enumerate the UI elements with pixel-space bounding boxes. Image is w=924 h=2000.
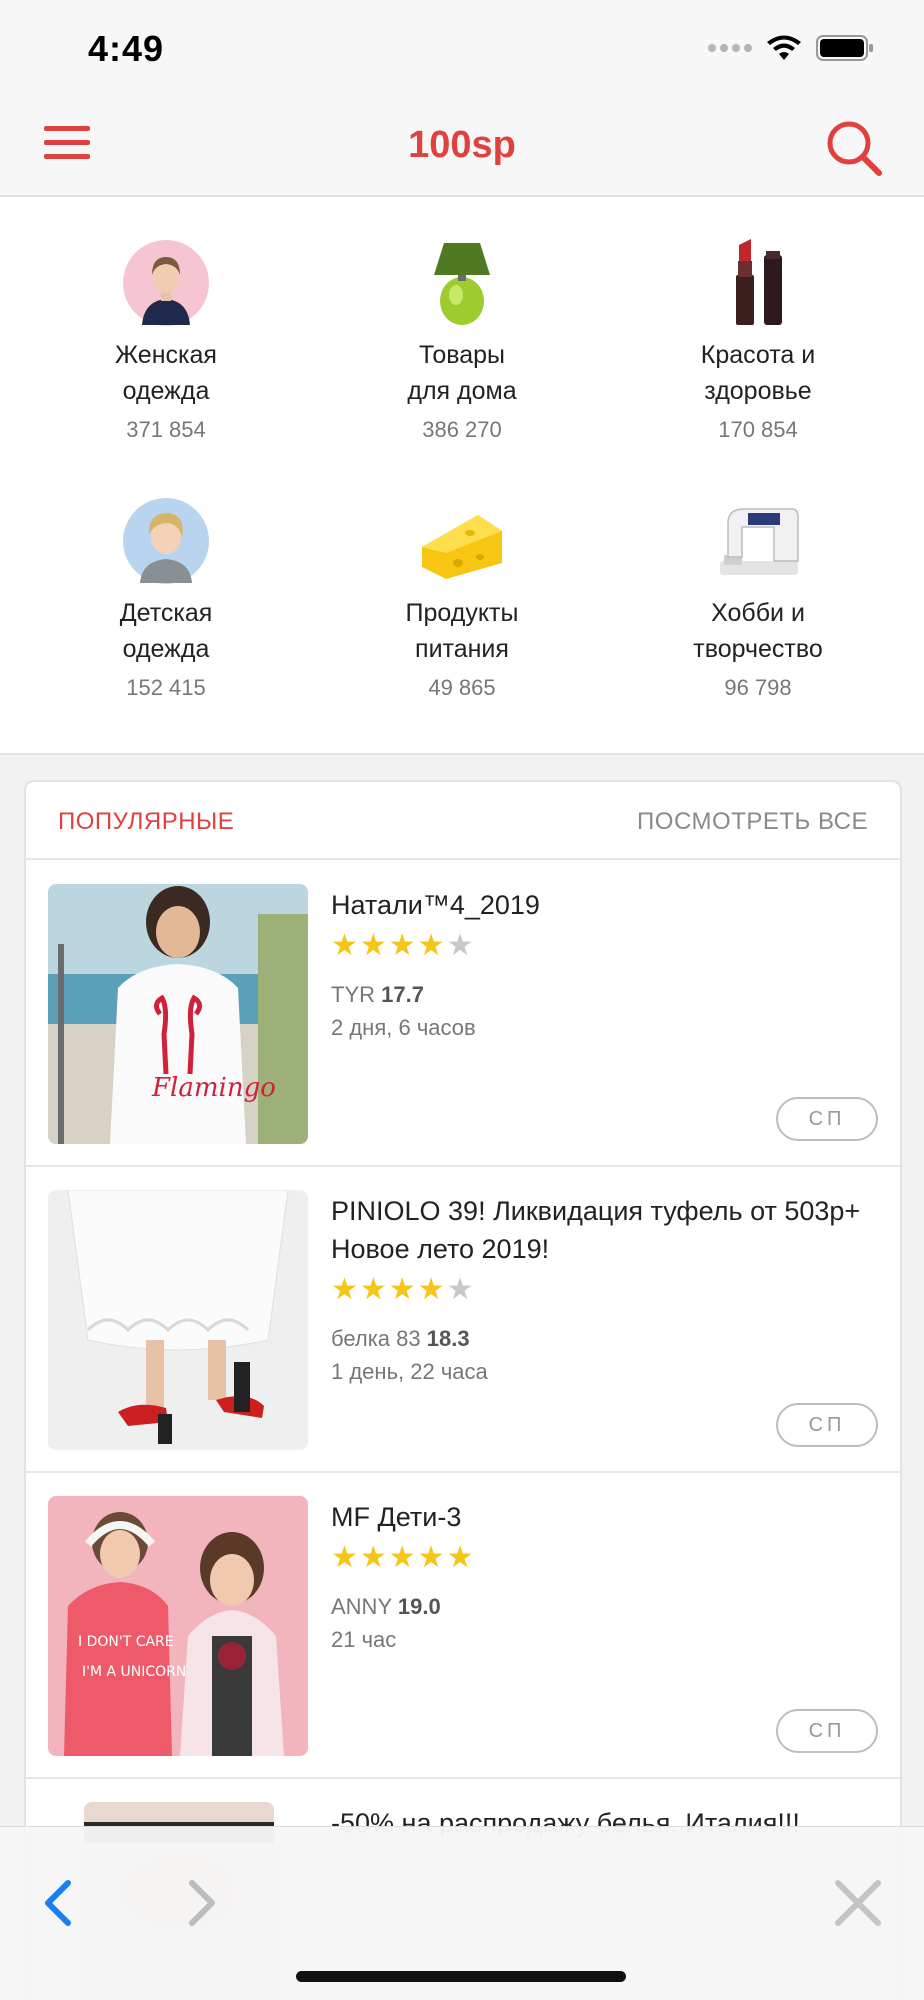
cheese-photo-icon bbox=[422, 515, 502, 579]
sp-button[interactable]: СП bbox=[776, 1709, 878, 1753]
category-count: 49 865 bbox=[428, 675, 496, 700]
category-label: Женская одежда bbox=[115, 341, 217, 405]
popular-header: ПОПУЛЯРНЫЕ ПОСМОТРЕТЬ ВСЕ bbox=[26, 782, 900, 860]
lipstick-photo-icon bbox=[736, 239, 782, 325]
cellular-signal-icon bbox=[708, 44, 752, 52]
category-label: Хобби и творчество bbox=[693, 599, 823, 663]
category-label: Продукты питания bbox=[405, 599, 519, 663]
app-title: 100sp bbox=[408, 124, 516, 166]
svg-text:I DON'T CARE: I DON'T CARE bbox=[78, 1634, 174, 1650]
product-photo-icon: I DON'T CARE I'M A UNICORN bbox=[48, 1496, 308, 1756]
status-icons bbox=[708, 34, 874, 62]
category-food[interactable]: Продукты питания 49 865 bbox=[312, 497, 612, 701]
rating-stars-icon: ★★★★★ bbox=[331, 1273, 476, 1306]
category-label: Красота и здоровье bbox=[700, 341, 816, 405]
category-count: 170 854 bbox=[718, 417, 798, 442]
product-photo-icon bbox=[48, 1190, 308, 1450]
sewing-machine-photo-icon bbox=[720, 508, 799, 575]
category-count: 386 270 bbox=[422, 417, 502, 442]
category-grid: Женская одежда 371 854 Товары для дома 3… bbox=[0, 197, 924, 755]
wifi-icon bbox=[767, 35, 801, 60]
see-all-link[interactable]: ПОСМОТРЕТЬ ВСЕ bbox=[637, 808, 868, 836]
list-item[interactable]: Flamingo Натали™4_2019 ★★★★★ TYR 17.7 2 … bbox=[26, 862, 900, 1167]
category-count: 371 854 bbox=[126, 417, 206, 442]
seller-name: ANNY bbox=[331, 1594, 392, 1619]
seller-name: белка 83 bbox=[331, 1326, 421, 1351]
item-title: Натали™4_2019 bbox=[331, 890, 540, 920]
status-bar: 4:49 bbox=[0, 0, 924, 100]
svg-text:Flamingo: Flamingo bbox=[151, 1073, 276, 1103]
category-count: 152 415 bbox=[126, 675, 206, 700]
item-time-left: 2 дня, 6 часов bbox=[331, 1015, 476, 1040]
item-seller: белка 83 18.3 bbox=[331, 1326, 470, 1352]
rating-stars-icon: ★★★★★ bbox=[331, 929, 476, 962]
search-icon[interactable] bbox=[824, 118, 884, 178]
lamp-photo-icon bbox=[434, 243, 490, 325]
item-seller: TYR 17.7 bbox=[331, 982, 424, 1008]
status-time: 4:49 bbox=[88, 28, 165, 69]
sp-button[interactable]: СП bbox=[776, 1403, 878, 1447]
category-home-goods[interactable]: Товары для дома 386 270 bbox=[312, 239, 612, 443]
seller-name: TYR bbox=[331, 982, 375, 1007]
category-count: 96 798 bbox=[724, 675, 792, 700]
item-seller: ANNY 19.0 bbox=[331, 1594, 441, 1620]
category-label: Товары для дома bbox=[407, 341, 517, 405]
category-kids-clothing[interactable]: Детская одежда 152 415 bbox=[16, 497, 316, 701]
item-time-left: 21 час bbox=[331, 1627, 397, 1652]
child-photo-icon bbox=[123, 498, 209, 584]
seller-rating: 19.0 bbox=[397, 1594, 441, 1619]
woman-photo-icon bbox=[123, 240, 209, 326]
popular-section: ПОПУЛЯРНЫЕ ПОСМОТРЕТЬ ВСЕ Flamingo Натал… bbox=[24, 780, 902, 2000]
back-arrow-icon[interactable] bbox=[30, 1873, 90, 1933]
item-title: PINIOLO 39! Ликвидация туфель от 503р+ Н… bbox=[331, 1196, 861, 1264]
rating-stars-icon: ★★★★★ bbox=[331, 1541, 476, 1574]
battery-icon bbox=[816, 35, 873, 61]
product-photo-icon: Flamingo bbox=[48, 884, 308, 1144]
list-item[interactable]: I DON'T CARE I'M A UNICORN MF Дети-3 ★★★… bbox=[26, 1474, 900, 1779]
svg-text:I'M A UNICORN: I'M A UNICORN bbox=[82, 1664, 186, 1680]
forward-arrow-icon[interactable] bbox=[170, 1873, 230, 1933]
category-hobby-crafts[interactable]: Хобби и творчество 96 798 bbox=[608, 497, 908, 701]
category-womens-clothing[interactable]: Женская одежда 371 854 bbox=[16, 239, 316, 443]
sp-button[interactable]: СП bbox=[776, 1097, 878, 1141]
list-item[interactable]: PINIOLO 39! Ликвидация туфель от 503р+ Н… bbox=[26, 1168, 900, 1473]
navigation-bar: 100sp bbox=[0, 100, 924, 197]
item-title: MF Дети-3 bbox=[331, 1502, 462, 1532]
seller-rating: 17.7 bbox=[381, 982, 424, 1007]
seller-rating: 18.3 bbox=[426, 1326, 470, 1351]
category-label: Детская одежда bbox=[119, 599, 213, 663]
home-indicator bbox=[296, 1971, 626, 1982]
category-beauty-health[interactable]: Красота и здоровье 170 854 bbox=[608, 239, 908, 443]
popular-title: ПОПУЛЯРНЫЕ bbox=[58, 808, 235, 835]
close-icon[interactable] bbox=[828, 1873, 888, 1933]
item-time-left: 1 день, 22 часа bbox=[331, 1359, 488, 1384]
